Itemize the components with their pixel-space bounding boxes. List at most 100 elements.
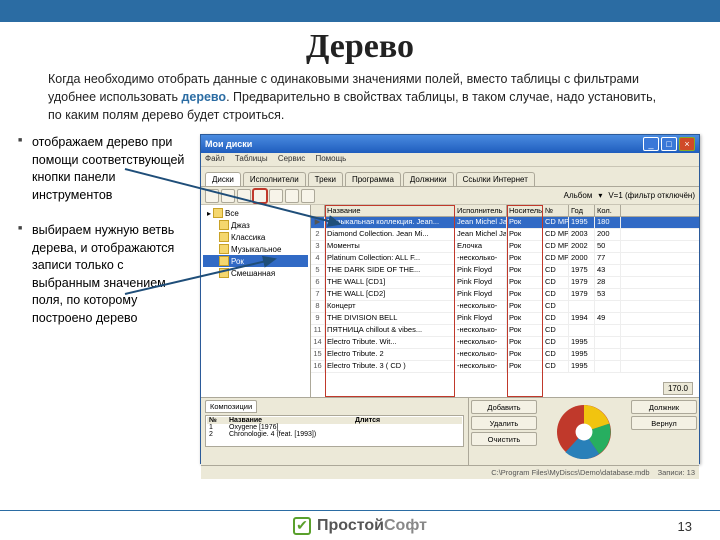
window-title: Мои диски [205,139,641,149]
tree-label: Джаз [231,221,250,230]
slide-topbar [0,0,720,22]
menu-file[interactable]: Файл [205,154,225,163]
table-row[interactable]: 16Electro Tribute. 3 ( CD )-несколько-Ро… [311,361,699,373]
folder-icon [219,256,229,266]
subtab-tracks[interactable]: Композиции [205,400,257,413]
tab-artists[interactable]: Исполнители [243,172,306,186]
col-artist[interactable]: Исполнитель [455,205,507,216]
col-title[interactable]: Название [325,205,455,216]
tab-disks[interactable]: Диски [205,172,241,186]
sub-row[interactable]: 1Oxygene [1976] [207,424,462,431]
subcol-dur: Длится [355,417,380,424]
tab-debtors[interactable]: Должники [403,172,454,186]
tool-export-icon[interactable] [285,189,299,203]
screenshot-container: Мои диски _ □ × Файл Таблицы Сервис Помо… [200,134,702,464]
table-row[interactable]: 15Electro Tribute. 2-несколько-РокCD1995 [311,349,699,361]
slide-intro: Когда необходимо отобрать данные с одина… [0,70,720,134]
brand-a: Простой [317,517,384,534]
tree-node-classic[interactable]: Классика [203,231,308,243]
toolbar: Альбом ▾ V=1 (фильтр отключён) [201,187,699,205]
tree-node-rock[interactable]: Рок [203,255,308,267]
tool-new-icon[interactable] [205,189,219,203]
close-button[interactable]: × [679,137,695,151]
filter-label: Альбом [564,191,593,200]
tree-root-label: Все [225,209,239,218]
table-row[interactable]: 9THE DIVISION BELLPink FloydРокCD199449 [311,313,699,325]
data-grid[interactable]: Название Исполнитель Носитель № Год Кол.… [311,205,699,397]
folder-icon [213,208,223,218]
table-row[interactable]: 7THE WALL [CD2]Pink FloydРокCD197953 [311,289,699,301]
subcol-n: № [209,417,223,424]
col-year[interactable]: Год [569,205,595,216]
tab-tracks[interactable]: Треки [308,172,343,186]
grid-body[interactable]: ▶Музыкальная коллекция. Jean...Jean Mich… [311,217,699,373]
pie-icon [557,405,611,459]
tree-node-music[interactable]: Музыкальное [203,243,308,255]
table-row[interactable]: 6THE WALL [CD1]Pink FloydРокCD197928 [311,277,699,289]
page-number: 13 [678,519,692,534]
sub-grid[interactable]: № Название Длится 1Oxygene [1976] 2Chron… [205,415,464,447]
intro-keyword: дерево [181,90,226,104]
filter-value[interactable]: V=1 (фильтр отключён) [608,191,695,200]
sub-buttons: Добавить Удалить Очистить [469,398,539,465]
tool-del-icon[interactable] [221,189,235,203]
app-window: Мои диски _ □ × Файл Таблицы Сервис Помо… [200,134,700,464]
table-row[interactable]: 8Концерт-несколько-РокCD [311,301,699,313]
tree-root[interactable]: ▸Все [203,207,308,219]
menu-tables[interactable]: Таблицы [235,154,268,163]
lower-panel: Композиции № Название Длится 1Oxygene [1… [201,397,699,465]
sub-buttons-2: Должник Вернул [629,398,699,465]
menu-bar[interactable]: Файл Таблицы Сервис Помощь [201,153,699,167]
btn-del[interactable]: Удалить [471,416,537,430]
folder-icon [219,232,229,242]
menu-help[interactable]: Помощь [315,154,346,163]
table-row[interactable]: 4Platinum Collection: ALL F...-несколько… [311,253,699,265]
table-row[interactable]: 2Diamond Collection. Jean Mi...Jean Mich… [311,229,699,241]
pie-chart [539,398,629,465]
btn-returned[interactable]: Вернул [631,416,697,430]
tree-node-jazz[interactable]: Джаз [203,219,308,231]
tool-tree-icon[interactable] [253,189,267,203]
folder-icon [219,244,229,254]
menu-service[interactable]: Сервис [278,154,305,163]
status-path: C:\Program Files\MyDiscs\Demo\database.m… [491,468,649,477]
tree-label: Музыкальное [231,245,281,254]
table-row[interactable]: 14Electro Tribute. Wit...-несколько-РокC… [311,337,699,349]
status-bar: C:\Program Files\MyDiscs\Demo\database.m… [201,465,699,479]
tab-program[interactable]: Программа [345,172,401,186]
bullet-list: отображаем дерево при помощи соответству… [18,134,188,464]
subcol-title: Название [229,417,349,424]
btn-add[interactable]: Добавить [471,400,537,414]
minimize-button[interactable]: _ [643,137,659,151]
tab-links[interactable]: Ссылки Интернет [456,172,535,186]
btn-debtor[interactable]: Должник [631,400,697,414]
main-tabs: Диски Исполнители Треки Программа Должни… [201,167,699,187]
tool-copy-icon[interactable] [237,189,251,203]
maximize-button[interactable]: □ [661,137,677,151]
tree-panel[interactable]: ▸Все Джаз Классика Музыкальное Рок Смеша… [201,205,311,397]
check-icon: ✔ [293,517,311,535]
tool-search-icon[interactable] [301,189,315,203]
col-marker[interactable] [311,205,325,216]
footer: ✔ ПростойСофт [0,510,720,536]
col-media[interactable]: Носитель [507,205,543,216]
folder-icon [219,268,229,278]
table-row[interactable]: 11ПЯТНИЦА chillout & vibes...-несколько-… [311,325,699,337]
grid-header: Название Исполнитель Носитель № Год Кол. [311,205,699,217]
bullet-1: отображаем дерево при помощи соответству… [18,134,188,204]
tree-label: Смешанная [231,269,275,278]
table-row[interactable]: 3МоментыЕлочкаРокCD MP3200250 [311,241,699,253]
sub-row[interactable]: 2Chronologie. 4 (feat. [1993]) [207,431,462,438]
table-row[interactable]: 5THE DARK SIDE OF THE...Pink FloydРокCD1… [311,265,699,277]
col-carrier[interactable]: № [543,205,569,216]
tree-node-mixed[interactable]: Смешанная [203,267,308,279]
table-row[interactable]: ▶Музыкальная коллекция. Jean...Jean Mich… [311,217,699,229]
window-titlebar[interactable]: Мои диски _ □ × [201,135,699,153]
btn-clear[interactable]: Очистить [471,432,537,446]
brand-logo: ПростойСофт [317,517,427,535]
grid-sum: 170.0 [663,382,693,395]
status-records: Записи: 13 [658,468,695,477]
col-count[interactable]: Кол. [595,205,621,216]
tree-label: Рок [231,257,244,266]
tool-print-icon[interactable] [269,189,283,203]
